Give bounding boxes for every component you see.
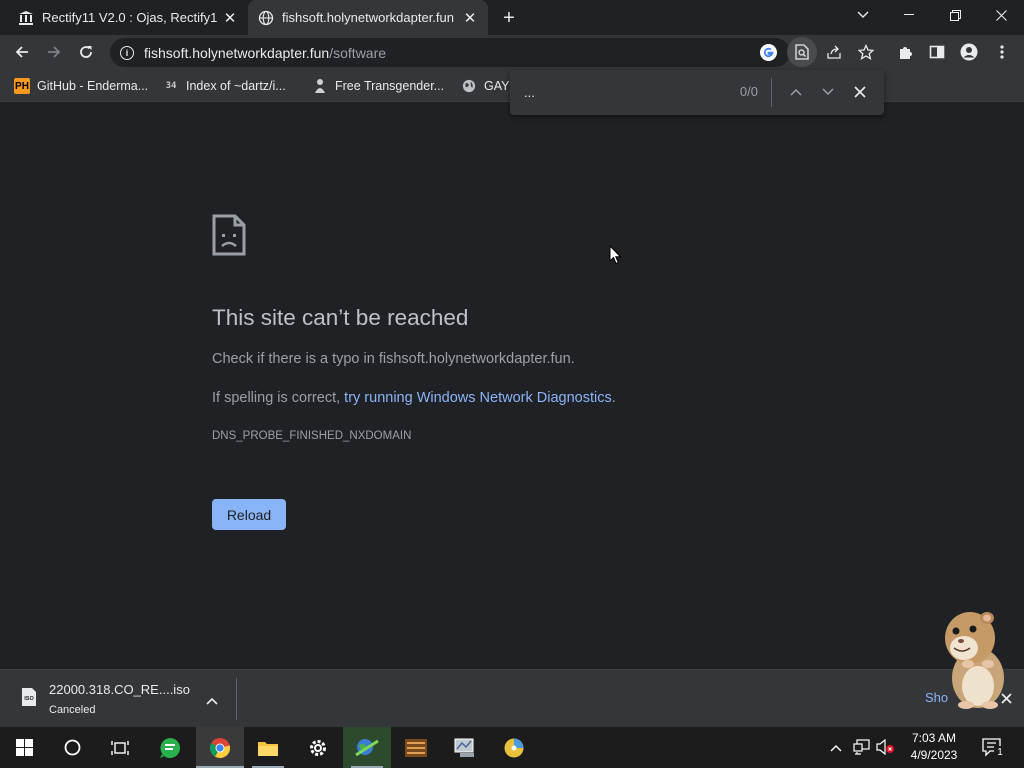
cortana-button[interactable] [48, 727, 96, 768]
download-status: Canceled [49, 704, 96, 716]
bookmark-index-dartz[interactable]: 34 Index of ~dartz/i... [163, 76, 286, 96]
close-tab-icon[interactable]: ✕ [222, 10, 238, 27]
download-shelf: ISO 22000.318.CO_RE....iso Canceled Sho [0, 669, 1024, 727]
globe-icon [461, 78, 477, 94]
bookmark-star-icon[interactable] [851, 37, 881, 67]
iso-file-icon: ISO [21, 687, 37, 712]
archive-app-button[interactable] [392, 727, 440, 768]
error-title: This site can’t be reached [212, 305, 469, 330]
show-hidden-icons-icon[interactable] [830, 739, 842, 757]
minimize-button[interactable] [886, 0, 932, 30]
error-code: DNS_PROBE_FINISHED_NXDOMAIN [212, 430, 412, 442]
globe-icon [258, 10, 274, 26]
close-tab-icon[interactable]: ✕ [462, 10, 478, 27]
network-status-icon[interactable] [853, 739, 871, 760]
bookmark-label: Free Transgender... [335, 79, 445, 93]
volume-muted-icon[interactable] [876, 738, 896, 760]
find-next-button[interactable] [816, 80, 840, 104]
chrome-taskbar-button[interactable] [196, 727, 244, 768]
google-lens-icon[interactable] [760, 44, 777, 61]
reload-icon[interactable] [71, 37, 101, 67]
bookmark-label: GAY [484, 79, 510, 93]
share-icon[interactable] [819, 37, 849, 67]
tab-title: Rectify11 V2.0 : Ojas, Rectify1 [42, 10, 218, 25]
download-separator [236, 678, 237, 720]
diagnostics-prefix: If spelling is correct, [212, 390, 345, 406]
hamster-sticker [940, 606, 1010, 715]
find-bar: 0/0 [510, 70, 884, 115]
clock-time: 7:03 AM [911, 731, 957, 745]
close-window-button[interactable] [978, 0, 1024, 30]
url-host: fishsoft.holynetworkdapter.fun [144, 44, 330, 61]
find-close-button[interactable] [848, 80, 872, 104]
find-separator [771, 78, 772, 107]
bookmark-gay[interactable]: GAY [461, 76, 509, 96]
mouse-cursor [609, 244, 622, 270]
find-previous-button[interactable] [784, 80, 808, 104]
new-tab-button[interactable]: + [496, 5, 522, 31]
reload-button[interactable]: Reload [212, 499, 286, 530]
download-item[interactable]: ISO 22000.318.CO_RE....iso Canceled [16, 678, 234, 720]
download-file-name: 22000.318.CO_RE....iso [49, 682, 190, 697]
chat-app-button[interactable] [146, 727, 194, 768]
figure-icon [312, 78, 328, 94]
back-button[interactable] [7, 37, 37, 67]
bookmark-free-transgender[interactable]: Free Transgender... [312, 76, 444, 96]
svg-text:ISO: ISO [24, 696, 34, 702]
error-suggestion-typo: Check if there is a typo in fishsoft.hol… [212, 351, 575, 367]
bookmark-label: GitHub - Enderma... [37, 79, 149, 93]
restore-button[interactable] [932, 0, 978, 30]
disc-app-button[interactable] [490, 727, 538, 768]
network-tool-button[interactable] [343, 727, 391, 768]
side-panel-icon[interactable] [922, 37, 952, 67]
notification-count: 1 [994, 746, 1006, 759]
settings-button[interactable] [294, 727, 342, 768]
forward-button[interactable] [39, 37, 69, 67]
menu-icon[interactable] [987, 37, 1017, 67]
tab-fishsoft[interactable]: fishsoft.holynetworkdapter.fun ✕ [248, 0, 488, 35]
ascii-art-icon: 34 [165, 81, 177, 91]
clock-date: 4/9/2023 [910, 748, 958, 762]
network-diagnostics-link[interactable]: try running Windows Network Diagnostics [344, 390, 612, 406]
notifications-icon[interactable]: 1 [982, 738, 1006, 763]
url-path: /software [329, 44, 387, 61]
bookmark-label: Index of ~dartz/i... [186, 79, 286, 93]
error-suggestion-diagnostics: If spelling is correct, try running Wind… [212, 390, 616, 406]
info-icon[interactable]: i [120, 45, 134, 60]
toolbar: i fishsoft.holynetworkdapter.fun/softwar… [0, 35, 1024, 70]
bank-icon [18, 10, 34, 26]
tab-title: fishsoft.holynetworkdapter.fun [282, 10, 454, 25]
system-clock[interactable]: 7:03 AM 4/9/2023 [902, 730, 966, 764]
tab-strip: Rectify11 V2.0 : Ojas, Rectify1 ✕ fishso… [0, 0, 1024, 35]
taskbar: 7:03 AM 4/9/2023 1 [0, 727, 1024, 768]
extensions-icon[interactable] [891, 37, 921, 67]
tab-search-icon[interactable] [840, 0, 886, 30]
bookmark-github[interactable]: PH GitHub - Enderma... [14, 76, 148, 96]
error-page: This site can’t be reached Check if ther… [0, 103, 1024, 669]
find-match-count: 0/0 [739, 84, 758, 99]
start-button[interactable] [0, 727, 48, 768]
sad-page-icon [212, 214, 246, 261]
chevron-up-icon[interactable] [206, 692, 218, 710]
task-view-button[interactable] [96, 727, 144, 768]
file-explorer-button[interactable] [244, 727, 292, 768]
device-manager-button[interactable] [441, 727, 489, 768]
ph-icon: PH [14, 78, 30, 94]
find-input[interactable] [524, 82, 724, 102]
find-in-page-icon[interactable] [787, 37, 817, 67]
diagnostics-suffix: . [611, 390, 616, 406]
profile-icon[interactable] [954, 37, 984, 67]
address-bar[interactable]: i fishsoft.holynetworkdapter.fun/softwar… [110, 38, 790, 67]
tab-rectify11[interactable]: Rectify11 V2.0 : Ojas, Rectify1 ✕ [8, 0, 248, 35]
